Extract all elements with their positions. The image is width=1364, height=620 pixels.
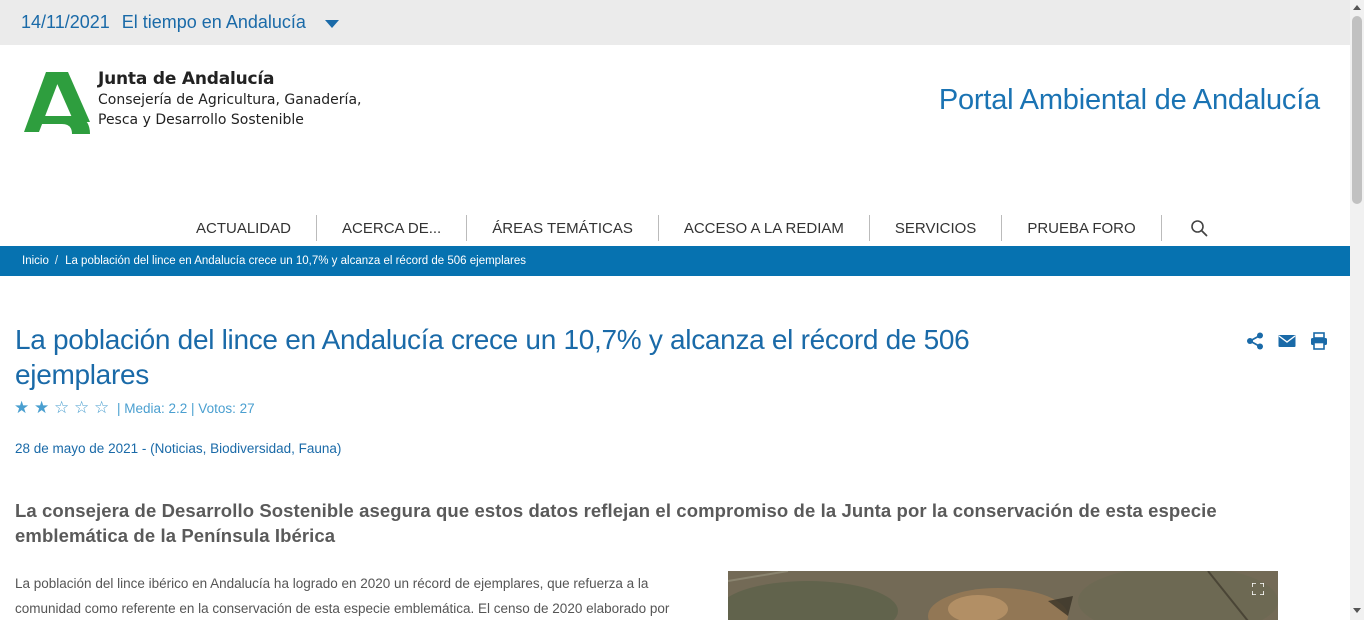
body-line: comunidad como referente en la conservac… <box>15 601 670 616</box>
junta-logo[interactable] <box>24 72 90 134</box>
rating: ★ ★ ☆ ☆ ☆ | Media: 2.2 | Votos: 27 <box>14 398 255 418</box>
email-icon[interactable] <box>1278 332 1296 350</box>
scroll-down-icon[interactable] <box>1353 608 1361 613</box>
page: 14/11/2021 El tiempo en Andalucía Junta … <box>0 0 1364 620</box>
main-nav: ACTUALIDAD ACERCA DE... ÁREAS TEMÁTICAS … <box>171 214 1208 242</box>
breadcrumb-home[interactable]: Inicio <box>22 255 49 267</box>
expand-icon[interactable] <box>1252 583 1264 595</box>
top-bar: 14/11/2021 El tiempo en Andalucía <box>0 0 1350 45</box>
org-subtitle-line-1: Consejería de Agricultura, Ganadería, <box>98 92 362 108</box>
article-lead: La consejera de Desarrollo Sostenible as… <box>15 500 1217 546</box>
article-dateline[interactable]: 28 de mayo de 2021 - (Noticias, Biodiver… <box>15 441 341 456</box>
lynx-photo-image <box>728 571 1278 620</box>
nav-item-actualidad[interactable]: ACTUALIDAD <box>171 215 318 241</box>
organization-block: Junta de Andalucía Consejería de Agricul… <box>98 68 361 130</box>
nav-item-servicios[interactable]: SERVICIOS <box>870 215 1003 241</box>
nav-item-acceso-rediam[interactable]: ACCESO A LA REDIAM <box>659 215 870 241</box>
article-body: La población del lince ibérico en Andalu… <box>15 571 709 620</box>
article-tools <box>1246 332 1328 350</box>
article-photo[interactable] <box>728 571 1278 620</box>
vertical-scrollbar[interactable] <box>1350 0 1364 620</box>
rating-meta: | Media: 2.2 | Votos: 27 <box>117 400 255 416</box>
breadcrumb-separator: / <box>54 255 59 267</box>
scrollbar-thumb[interactable] <box>1352 16 1362 204</box>
portal-title[interactable]: Portal Ambiental de Andalucía <box>939 84 1320 117</box>
nav-item-areas-tematicas[interactable]: ÁREAS TEMÁTICAS <box>467 215 659 241</box>
scroll-up-icon[interactable] <box>1353 5 1361 10</box>
caret-down-icon[interactable] <box>324 19 339 28</box>
article-title: La población del lince en Andalucía crec… <box>15 324 970 390</box>
org-subtitle-line-2: Pesca y Desarrollo Sostenible <box>98 112 304 128</box>
breadcrumb: Inicio / La población del lince en Andal… <box>0 246 1350 276</box>
org-name: Junta de Andalucía <box>98 69 275 89</box>
star-empty-icon[interactable]: ☆ <box>54 398 74 418</box>
share-icon[interactable] <box>1246 332 1264 350</box>
search-icon[interactable] <box>1190 219 1208 237</box>
weather-link[interactable]: El tiempo en Andalucía <box>122 12 306 33</box>
nav-item-acerca-de[interactable]: ACERCA DE... <box>317 215 468 241</box>
current-date: 14/11/2021 <box>21 12 110 32</box>
star-empty-icon[interactable]: ☆ <box>74 398 94 418</box>
star-empty-icon[interactable]: ☆ <box>94 398 114 418</box>
breadcrumb-current: La población del lince en Andalucía crec… <box>65 255 527 267</box>
print-icon[interactable] <box>1310 332 1328 350</box>
star-filled-icon[interactable]: ★ <box>14 398 34 418</box>
nav-item-prueba-foro[interactable]: PRUEBA FORO <box>1002 215 1162 241</box>
star-filled-icon[interactable]: ★ <box>34 398 54 418</box>
body-line: La población del lince ibérico en Andalu… <box>15 576 649 591</box>
